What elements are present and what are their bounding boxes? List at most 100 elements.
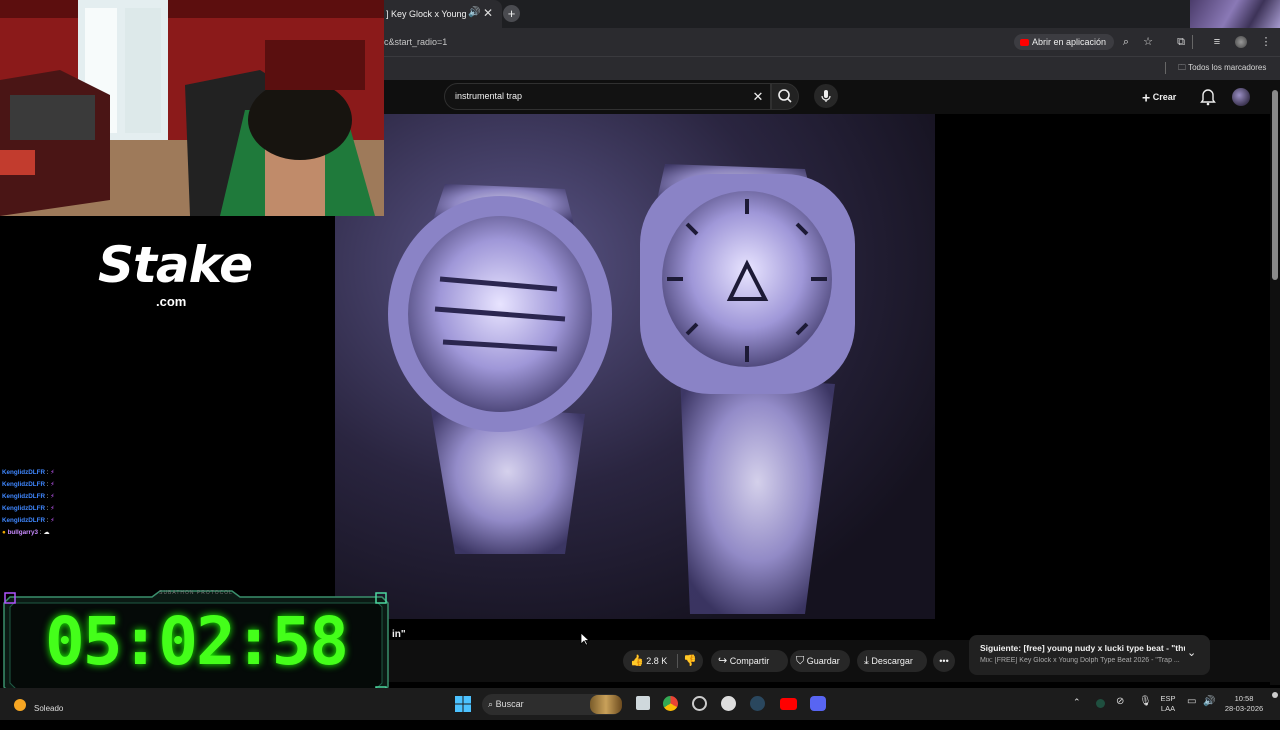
webcam-feed [0, 0, 384, 216]
task-view-icon[interactable] [636, 696, 650, 710]
up-next-card[interactable]: Siguiente: [free] young nudy x lucki typ… [969, 635, 1210, 675]
like-divider [677, 654, 678, 668]
new-tab-button[interactable]: + [503, 5, 520, 22]
taskbar-search-label: Buscar [495, 699, 524, 709]
zoom-icon[interactable]: ⌕ [1117, 28, 1135, 56]
more-icon: ••• [939, 656, 949, 666]
share-label: Compartir [729, 656, 770, 666]
like-button[interactable]: 👍 2.8 K [630, 650, 667, 672]
toolbar-divider [1192, 35, 1193, 49]
emote-icon: ⚡ [50, 517, 55, 524]
thumbs-down-icon: 👎 [683, 655, 697, 667]
timer-countdown: 05:02:58 [45, 603, 349, 680]
youtube-header: instrumental trap ✕ + Crear [384, 80, 1280, 114]
sun-icon [14, 699, 26, 711]
voice-search-button[interactable] [814, 84, 838, 108]
account-avatar[interactable] [1232, 88, 1250, 106]
up-next-subtitle: Mix: [FREE] Key Glock x Young Dolph Type… [980, 657, 1180, 664]
save-button[interactable]: ⛉ Guardar [790, 650, 850, 672]
create-button[interactable]: + Crear [1142, 86, 1176, 108]
tray-app-icon[interactable] [1096, 699, 1105, 708]
chat-message: KenglidzDLFR : ⚡ [2, 479, 132, 491]
language-code: ESP [1160, 694, 1176, 703]
save-label: Guardar [806, 656, 840, 666]
close-tab-icon[interactable]: ✕ [482, 6, 494, 20]
clock-date: 28-03-2026 [1224, 704, 1264, 713]
open-in-app-button[interactable]: Abrir en aplicación [1014, 34, 1114, 50]
badge-icon: ● [2, 529, 6, 536]
chat-separator: : [46, 517, 49, 524]
stake-wordmark: Stake [98, 236, 253, 294]
microphone-icon[interactable]: 🎙 [1139, 696, 1152, 707]
clear-search-icon[interactable]: ✕ [750, 84, 766, 109]
steam-icon[interactable] [750, 696, 765, 711]
chat-separator: : [46, 469, 49, 476]
more-actions-button[interactable]: ••• [933, 650, 955, 672]
browser-tab-strip: ] Key Glock x Young 🔊 ✕ + [384, 0, 1280, 28]
search-button[interactable] [771, 83, 799, 110]
download-button[interactable]: ⤓ Descargar [857, 650, 927, 672]
menu-kebab-icon[interactable]: ⋮ [1257, 28, 1275, 56]
all-bookmarks-button[interactable]: 🗀 Todos los marcadores [1178, 57, 1266, 79]
windows-logo-icon [455, 696, 471, 712]
share-button[interactable]: ↪ Compartir [711, 650, 788, 672]
bell-icon [1200, 89, 1216, 106]
media-controls-icon[interactable]: ≡ [1208, 28, 1226, 56]
clock-time: 10:58 [1234, 694, 1254, 703]
webcam-image [0, 0, 384, 216]
page-scrollbar-thumb[interactable] [1272, 90, 1278, 280]
extensions-icon[interactable]: ⧉ [1172, 28, 1190, 56]
youtube-logo-icon [1020, 39, 1029, 47]
download-label: Descargar [871, 656, 913, 666]
chevron-down-icon[interactable]: ⌄ [1187, 646, 1196, 659]
plus-icon: + [1142, 89, 1151, 106]
chat-message: KenglidzDLFR : ⚡ [2, 503, 132, 515]
like-count: 2.8 K [646, 656, 668, 666]
app-icon[interactable] [692, 696, 707, 711]
chat-username: bullgarry3 [7, 529, 39, 536]
network-icon[interactable]: ⊘ [1116, 696, 1124, 707]
keyboard-layout: LAA [1160, 704, 1176, 713]
chevron-up-icon[interactable]: ⌃ [1073, 697, 1081, 708]
dislike-button[interactable]: 👎 [683, 650, 697, 672]
bookmark-icon: ⛉ [796, 655, 805, 667]
emote-icon: ⚡ [50, 481, 55, 488]
youtube-icon[interactable] [780, 698, 797, 710]
address-bar: c&start_radio=1 Abrir en aplicación ⌕ ☆ … [384, 28, 1280, 56]
search-input[interactable]: instrumental trap [455, 84, 522, 109]
clock[interactable]: 10:58 28-03-2026 [1219, 694, 1269, 714]
chat-message: KenglidzDLFR : ⚡ [2, 491, 132, 503]
download-icon: ⤓ [864, 655, 869, 667]
chat-separator: : [46, 481, 49, 488]
weather-widget[interactable]: Soleado [34, 688, 63, 730]
search-box[interactable]: instrumental trap ✕ [444, 83, 771, 110]
windows-taskbar: Soleado ⌕ Buscar ⌃ ⊘ 🎙 ESP LAA ▭ 🔊 10:58… [0, 688, 1280, 720]
bookmark-star-icon[interactable]: ☆ [1139, 28, 1157, 56]
display-icon[interactable]: ▭ [1187, 696, 1196, 707]
volume-icon[interactable]: 🔊 [1203, 696, 1215, 707]
chat-message: ● bullgarry3 : ☁ [2, 527, 132, 539]
chat-username: KenglidzDLFR [2, 505, 46, 512]
discord-icon[interactable] [810, 696, 826, 711]
speaker-icon[interactable]: 🔊 [468, 7, 480, 19]
media-player-icon[interactable] [721, 696, 736, 711]
language-indicator[interactable]: ESP LAA [1155, 694, 1181, 714]
notification-dot[interactable] [1272, 692, 1278, 698]
stream-chat: KenglidzDLFR : ⚡ KenglidzDLFR : ⚡ Kengli… [2, 467, 132, 539]
video-player[interactable] [335, 114, 935, 619]
tab-search-thumbnail[interactable] [1190, 0, 1280, 28]
stake-domain: .com [156, 294, 187, 309]
emote-icon: ⚡ [50, 469, 55, 476]
chat-separator: : [39, 529, 42, 536]
thumbs-up-icon: 👍 [630, 655, 644, 667]
notifications-button[interactable] [1198, 85, 1218, 109]
mouse-cursor-icon [580, 632, 591, 646]
chrome-icon[interactable] [663, 696, 678, 711]
start-button[interactable] [455, 696, 471, 712]
profile-icon[interactable] [1235, 36, 1247, 48]
url-field[interactable]: c&start_radio=1 [384, 28, 447, 56]
stake-logo: Stake .com [98, 236, 253, 318]
video-title-fragment: in" [392, 629, 406, 640]
chat-username: KenglidzDLFR [2, 493, 46, 500]
search-highlight-image[interactable] [590, 695, 622, 714]
